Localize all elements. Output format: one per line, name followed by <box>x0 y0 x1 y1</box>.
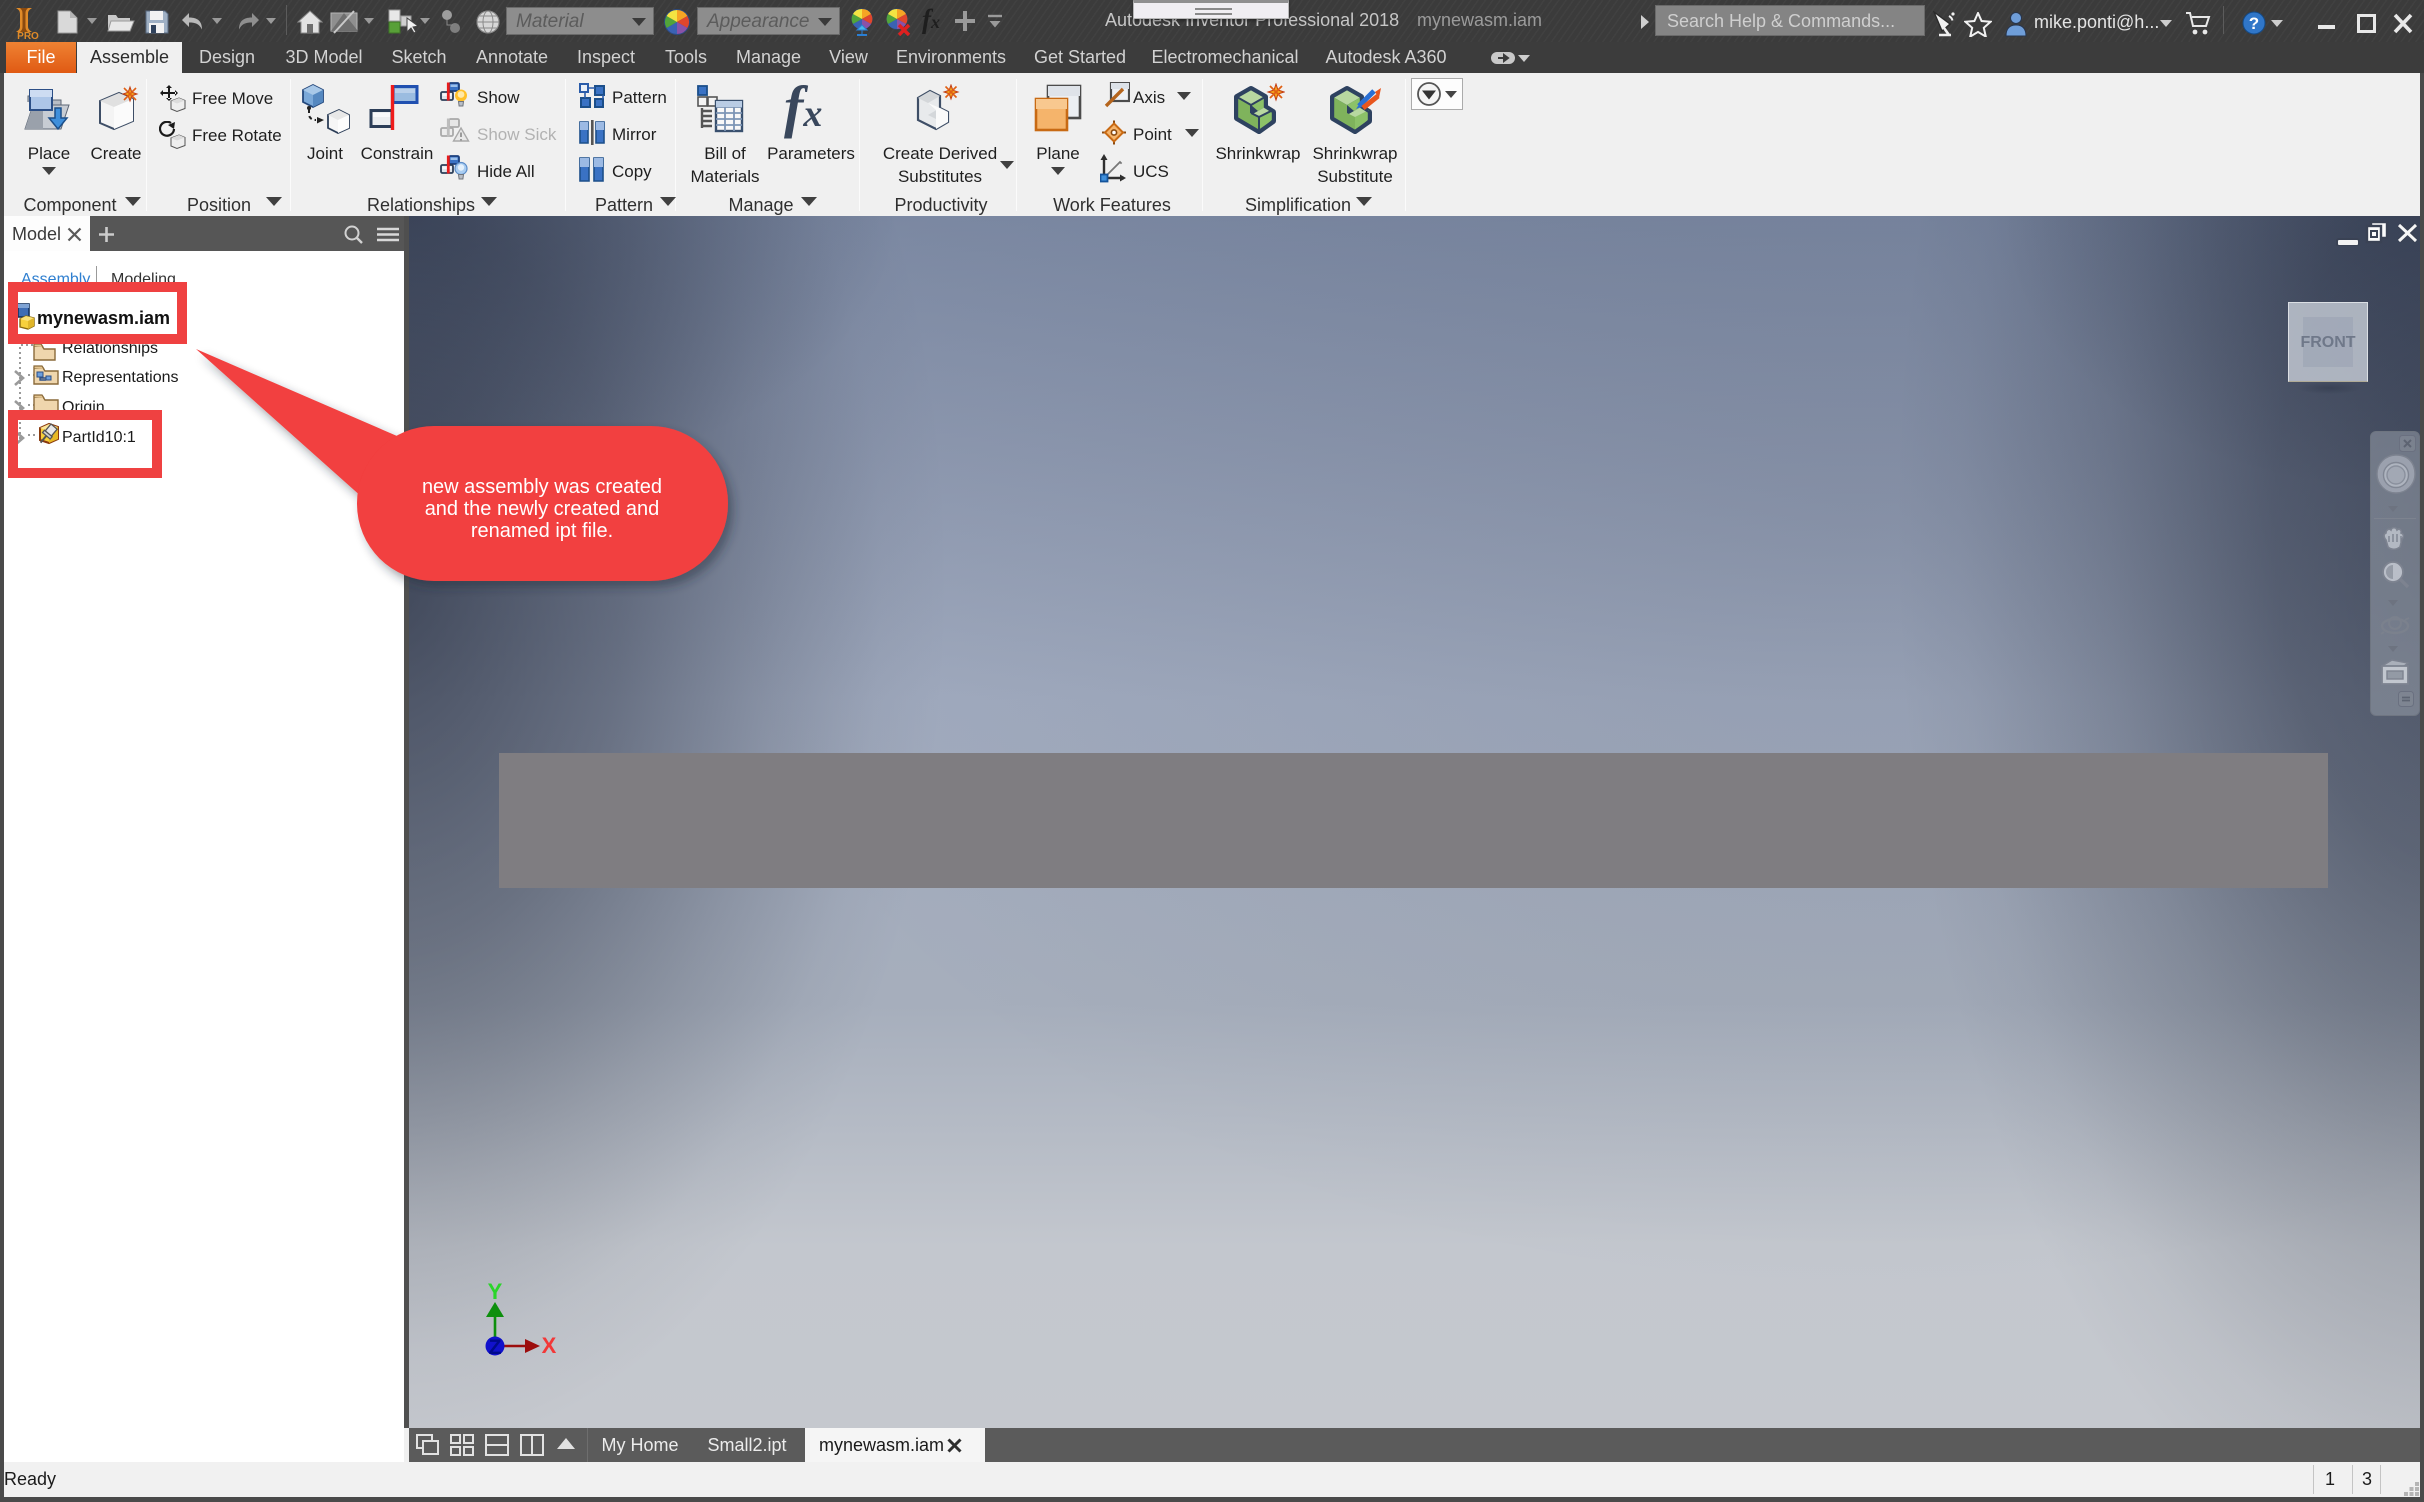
svg-text:renamed ipt file.: renamed ipt file. <box>471 520 613 542</box>
svg-text:Z: Z <box>489 1336 502 1359</box>
svg-text:Y: Y <box>488 1279 503 1304</box>
svg-text:X: X <box>542 1333 557 1358</box>
svg-text:and the newly created and: and the newly created and <box>425 498 660 520</box>
svg-text:new assembly was created: new assembly was created <box>422 476 662 498</box>
svg-text:PRO: PRO <box>17 31 39 40</box>
svg-text:?: ? <box>2249 14 2259 33</box>
